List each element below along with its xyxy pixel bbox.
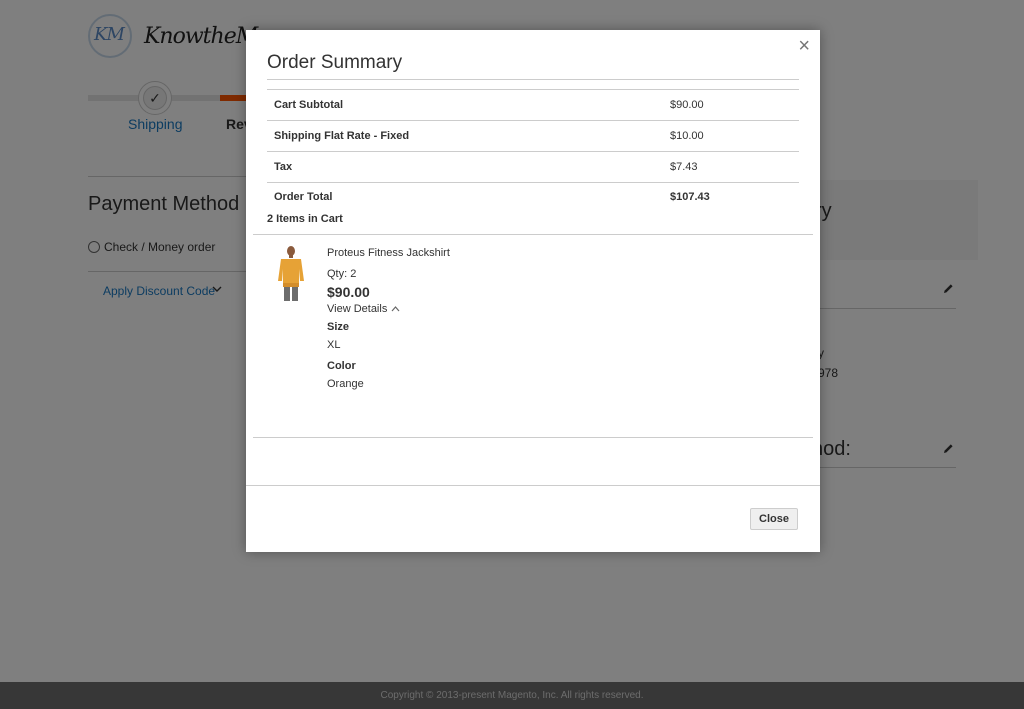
- modal-footer-divider: [246, 485, 820, 486]
- product-name: Proteus Fitness Jackshirt: [327, 247, 450, 259]
- close-button[interactable]: Close: [750, 508, 798, 530]
- items-in-cart-count: 2 Items in Cart: [267, 213, 343, 225]
- modal-title: Order Summary: [267, 52, 403, 73]
- table-row: Shipping Flat Rate - Fixed $10.00: [267, 120, 799, 152]
- totals-value: $10.00: [663, 120, 799, 152]
- option-label-color: Color: [327, 360, 356, 372]
- option-label-size: Size: [327, 321, 350, 333]
- table-row-grand-total: Order Total $107.43: [267, 182, 799, 221]
- divider: [253, 234, 813, 235]
- product-price: $90.00: [327, 284, 370, 300]
- view-details-toggle[interactable]: View Details: [327, 303, 400, 315]
- totals-value: $107.43: [663, 182, 799, 221]
- divider: [267, 79, 799, 80]
- chevron-up-icon: [391, 304, 400, 314]
- view-details-label: View Details: [327, 303, 388, 315]
- totals-label: Tax: [267, 151, 663, 183]
- checkout-page: KM KnowtheMage ✓ Shipping Rev Payment Me…: [0, 0, 1024, 709]
- product-qty: Qty: 2: [327, 268, 357, 280]
- totals-table: Cart Subtotal $90.00 Shipping Flat Rate …: [267, 89, 799, 221]
- option-value-size: XL: [327, 339, 341, 351]
- table-row: Tax $7.43: [267, 151, 799, 183]
- product-thumbnail: [273, 245, 309, 303]
- totals-value: $7.43: [663, 151, 799, 183]
- table-row: Cart Subtotal $90.00: [267, 89, 799, 121]
- close-icon[interactable]: ×: [798, 36, 810, 56]
- totals-label: Cart Subtotal: [267, 89, 663, 121]
- divider: [253, 437, 813, 438]
- option-value-color: Orange: [327, 378, 364, 390]
- order-summary-modal: × Order Summary Cart Subtotal $90.00 Shi…: [246, 30, 820, 552]
- totals-value: $90.00: [663, 89, 799, 121]
- totals-label: Shipping Flat Rate - Fixed: [267, 120, 663, 152]
